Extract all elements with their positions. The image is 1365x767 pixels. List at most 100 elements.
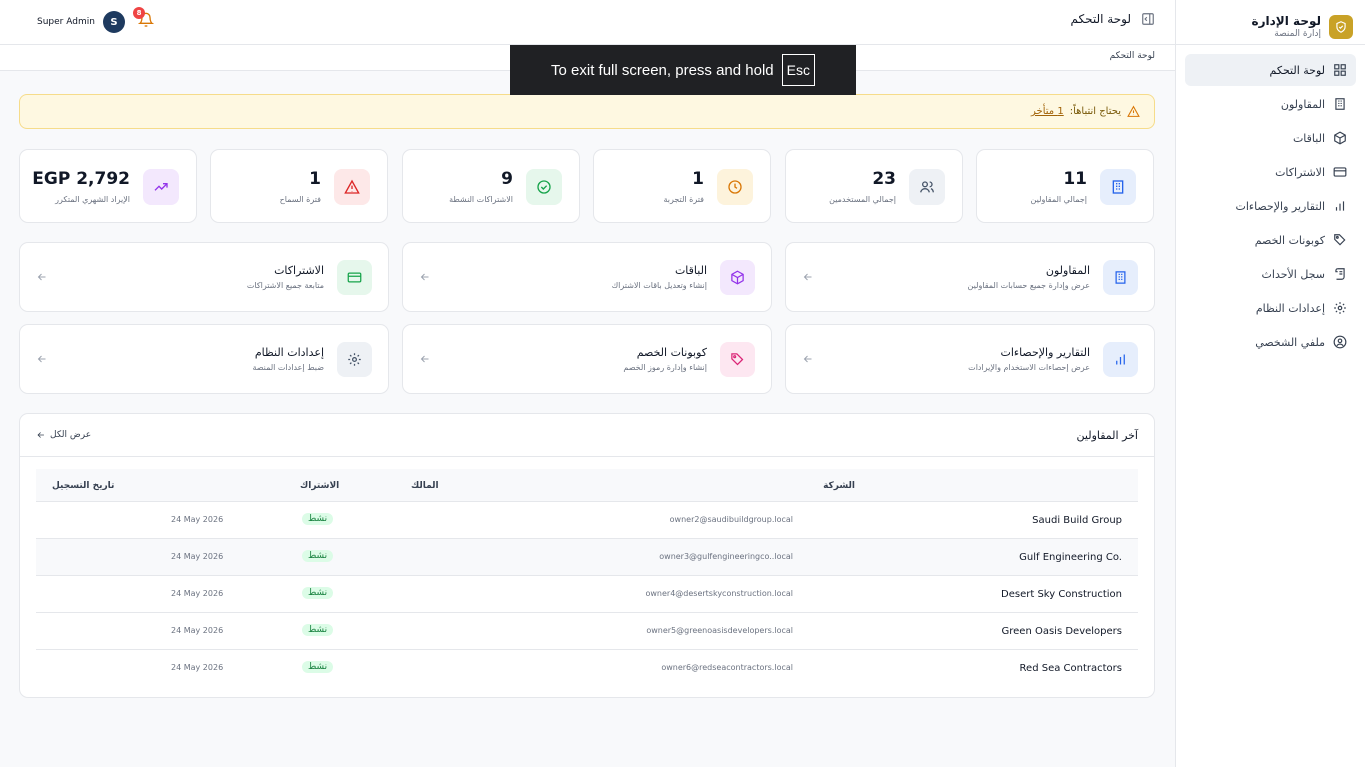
status-badge: نشط xyxy=(302,624,334,636)
sidebar-item-event-log[interactable]: سجل الأحداث xyxy=(1185,258,1356,290)
building-icon xyxy=(1335,98,1345,110)
sidebar-item-label: إعدادات النظام xyxy=(1255,301,1325,315)
fullscreen-toast-key: Esc xyxy=(781,54,815,86)
stat-card-contractors: 11 إجمالي المقاولين xyxy=(976,149,1154,223)
quick-link-subtitle: عرض وإدارة جميع حسابات المقاولين xyxy=(967,281,1091,290)
users-icon xyxy=(909,169,945,205)
stat-value: 9 xyxy=(501,169,513,189)
trending-up-icon xyxy=(143,169,179,205)
table-row[interactable]: Red Sea Contractors owner6@redseacontrac… xyxy=(36,650,1138,687)
sidebar-item-label: الباقات xyxy=(1292,131,1325,145)
alert-overdue-link[interactable]: 1 متأخر xyxy=(1031,106,1064,117)
stat-label: الإيراد الشهري المتكرر xyxy=(55,195,130,204)
arrow-left-icon xyxy=(803,355,812,363)
stat-card-mrr: EGP 2,792 الإيراد الشهري المتكرر xyxy=(19,149,197,223)
quick-link-settings[interactable]: إعدادات النظام ضبط إعدادات المنصة xyxy=(19,324,389,394)
quick-link-subtitle: ضبط إعدادات المنصة xyxy=(252,363,324,372)
fullscreen-toast-text: To exit full screen, press and hold xyxy=(551,61,774,79)
alert-text: يحتاج انتباهاً: xyxy=(1069,106,1121,117)
gear-icon xyxy=(337,342,372,377)
panel-title: آخر المقاولين xyxy=(1076,429,1138,442)
brand-title: لوحة الإدارة xyxy=(1251,13,1321,28)
stat-value: 1 xyxy=(309,169,321,189)
quick-link-subtitle: إنشاء وتعديل باقات الاشتراك xyxy=(611,281,707,290)
stat-value: 1 xyxy=(692,169,704,189)
arrow-left-icon xyxy=(37,355,46,363)
sidebar-item-reports[interactable]: التقارير والإحصاءات xyxy=(1185,190,1356,222)
sidebar-item-subscriptions[interactable]: الاشتراكات xyxy=(1185,156,1356,188)
cell-owner-email: owner6@redseacontractors.local xyxy=(661,663,793,672)
quick-link-coupons[interactable]: كوبونات الخصم إنشاء وإدارة رموز الخصم xyxy=(402,324,772,394)
sidebar-toggle-icon[interactable] xyxy=(1141,12,1155,26)
notification-badge: 8 xyxy=(133,7,145,19)
table-row[interactable]: Green Oasis Developers owner5@greenoasis… xyxy=(36,613,1138,650)
avatar: S xyxy=(102,11,125,33)
sidebar-item-settings[interactable]: إعدادات النظام xyxy=(1185,292,1356,324)
latest-contractors-panel: آخر المقاولين عرض الكل الشركة المالك الا… xyxy=(19,413,1155,698)
status-badge: نشط xyxy=(302,587,334,599)
panel-header: آخر المقاولين عرض الكل xyxy=(20,414,1154,457)
building-icon xyxy=(1100,169,1136,205)
column-header-subscription: الاشتراك xyxy=(300,481,340,491)
arrow-left-icon xyxy=(420,273,429,281)
stat-value: 11 xyxy=(1063,169,1087,189)
quick-link-contractors[interactable]: المقاولون عرض وإدارة جميع حسابات المقاول… xyxy=(785,242,1155,312)
stat-value: EGP 2,792 xyxy=(32,169,130,189)
sidebar-item-profile[interactable]: ملفي الشخصي xyxy=(1185,326,1356,358)
table-row[interactable]: Saudi Build Group owner2@saudibuildgroup… xyxy=(36,502,1138,539)
sidebar-item-label: سجل الأحداث xyxy=(1261,267,1325,281)
building-icon xyxy=(1103,260,1138,295)
stat-label: فترة السماح xyxy=(279,195,321,204)
breadcrumb[interactable]: لوحة التحكم xyxy=(1110,51,1155,61)
stat-value: 23 xyxy=(872,169,896,189)
view-all-label: عرض الكل xyxy=(50,430,92,440)
warning-icon xyxy=(334,169,370,205)
quick-link-title: الاشتراكات xyxy=(274,264,324,277)
bar-chart-icon xyxy=(1103,342,1138,377)
cell-date: 24 May 2026 xyxy=(171,663,224,672)
stat-label: الاشتراكات النشطة xyxy=(449,195,513,204)
cell-company: Desert Sky Construction xyxy=(1001,589,1122,600)
stat-card-trial: 1 فترة التجربة xyxy=(593,149,771,223)
shield-icon xyxy=(1329,14,1353,39)
arrow-left-icon xyxy=(420,355,429,363)
table-row[interactable]: Desert Sky Construction owner4@desertsky… xyxy=(36,576,1138,613)
sidebar-item-label: التقارير والإحصاءات xyxy=(1235,199,1326,213)
brand: لوحة الإدارة إدارة المنصة xyxy=(1176,0,1365,45)
package-icon xyxy=(1334,131,1346,145)
notifications-button[interactable]: 8 xyxy=(133,7,156,30)
credit-card-icon xyxy=(337,260,372,295)
view-all-link[interactable]: عرض الكل xyxy=(36,430,91,440)
cell-company: Red Sea Contractors xyxy=(1019,663,1122,674)
cell-date: 24 May 2026 xyxy=(171,515,224,524)
sidebar-item-label: لوحة التحكم xyxy=(1269,63,1325,77)
sidebar-item-label: الاشتراكات xyxy=(1275,165,1325,179)
quick-link-title: التقارير والإحصاءات xyxy=(1000,346,1091,359)
cell-date: 24 May 2026 xyxy=(171,589,224,598)
sidebar-item-label: المقاولون xyxy=(1280,97,1325,111)
tag-icon xyxy=(720,342,755,377)
quick-link-title: الباقات xyxy=(674,264,707,277)
quick-link-reports[interactable]: التقارير والإحصاءات عرض إحصاءات الاستخدا… xyxy=(785,324,1155,394)
stat-label: إجمالي المقاولين xyxy=(1030,195,1087,204)
table-row[interactable]: Gulf Engineering Co. owner3@gulfengineer… xyxy=(36,539,1138,576)
sidebar-item-contractors[interactable]: المقاولون xyxy=(1185,88,1356,120)
quick-link-packages[interactable]: الباقات إنشاء وتعديل باقات الاشتراك xyxy=(402,242,772,312)
stat-card-grace: 1 فترة السماح xyxy=(210,149,388,223)
status-badge: نشط xyxy=(302,513,334,525)
quick-link-subscriptions[interactable]: الاشتراكات متابعة جميع الاشتراكات xyxy=(19,242,389,312)
user-menu[interactable]: Super Admin S xyxy=(37,11,125,33)
sidebar-item-packages[interactable]: الباقات xyxy=(1185,122,1356,154)
sidebar-item-dashboard[interactable]: لوحة التحكم xyxy=(1185,54,1356,86)
cell-owner-email: owner5@greenoasisdevelopers.local xyxy=(646,626,793,635)
cell-date: 24 May 2026 xyxy=(171,552,224,561)
cell-owner-email: owner3@gulfengineeringco..local xyxy=(659,552,793,561)
stat-card-users: 23 إجمالي المستخدمين xyxy=(785,149,963,223)
quick-link-title: المقاولون xyxy=(1045,264,1090,277)
sidebar-item-coupons[interactable]: كوبونات الخصم xyxy=(1185,224,1356,256)
user-circle-icon xyxy=(1333,335,1347,349)
sidebar-nav: لوحة التحكم المقاولون الباقات الاشتراكات… xyxy=(1176,45,1365,358)
user-name: Super Admin xyxy=(37,17,95,27)
stat-card-active-subscriptions: 9 الاشتراكات النشطة xyxy=(402,149,580,223)
check-circle-icon xyxy=(526,169,562,205)
